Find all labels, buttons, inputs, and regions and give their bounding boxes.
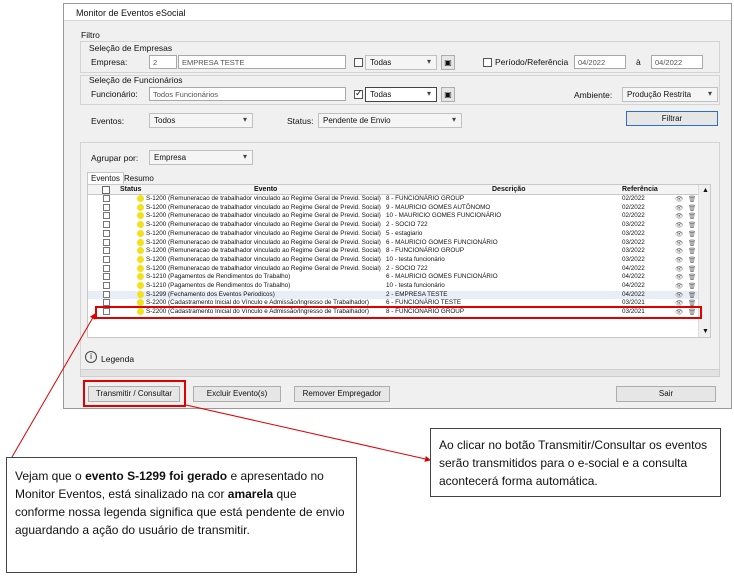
arrow-to-note [185, 404, 431, 462]
left-callout: Vejam que o evento S-1299 foi gerado e a… [6, 457, 357, 573]
left-bold-1: evento S-1299 foi gerado [85, 469, 228, 483]
left-text-1: Vejam que o [15, 469, 86, 483]
arrow-to-s1299 [11, 313, 96, 458]
right-callout: Ao clicar no botão Transmitir/Consultar … [430, 428, 721, 497]
left-bold-2: amarela [227, 487, 274, 501]
